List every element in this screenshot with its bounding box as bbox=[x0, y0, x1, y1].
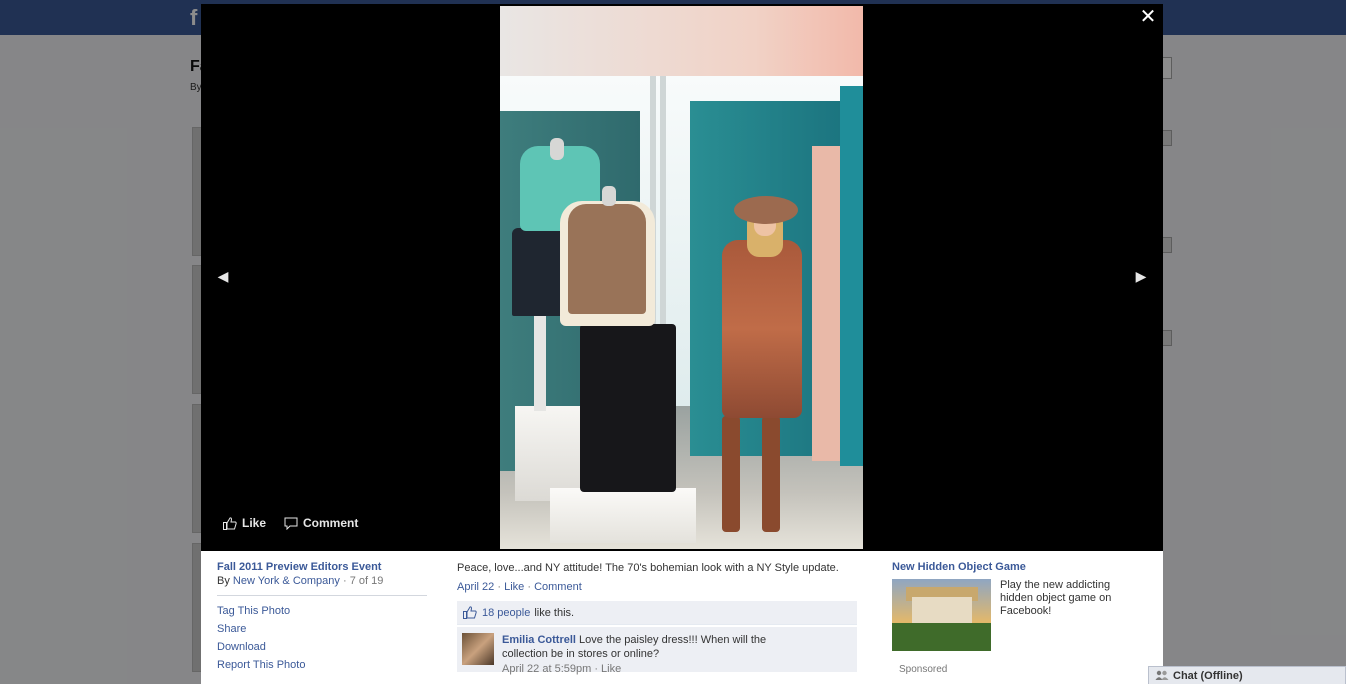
download-link[interactable]: Download bbox=[217, 641, 427, 653]
likes-summary: 18 people like this. bbox=[457, 601, 857, 625]
sponsored-ad: New Hidden Object Game Play the new addi… bbox=[892, 561, 1152, 651]
photo-mannequin-leg bbox=[534, 311, 546, 411]
report-photo-link[interactable]: Report This Photo bbox=[217, 659, 427, 671]
photo-mannequin-vest bbox=[568, 204, 646, 314]
chat-people-icon bbox=[1155, 670, 1169, 680]
share-link[interactable]: Share bbox=[217, 623, 427, 635]
photo-mannequin-neck bbox=[550, 138, 564, 160]
like-link[interactable]: Like bbox=[504, 581, 524, 593]
comment-author-link[interactable]: Emilia Cottrell bbox=[502, 634, 576, 646]
chat-bar[interactable]: Chat (Offline) bbox=[1148, 666, 1346, 684]
photo-model-boot bbox=[722, 416, 740, 532]
comment-label: Comment bbox=[303, 516, 359, 530]
photo-ceiling bbox=[500, 6, 863, 76]
comment-bubble-icon bbox=[284, 517, 298, 530]
tag-photo-link[interactable]: Tag This Photo bbox=[217, 605, 427, 617]
comment-meta: April 22 at 5:59pm · Like bbox=[502, 663, 622, 675]
photo-byline: By New York & Company · 7 of 19 bbox=[217, 575, 427, 587]
owner-link[interactable]: New York & Company bbox=[233, 575, 340, 587]
photo-position: · 7 of 19 bbox=[342, 575, 384, 587]
comment-text: Emilia Cottrell Love the paisley dress!!… bbox=[502, 633, 802, 661]
photo-model-paisley-dress bbox=[722, 240, 802, 418]
sponsored-label: Sponsored bbox=[899, 664, 948, 675]
photo-stage: ✕ ◀ ▶ Like Comment bbox=[201, 4, 1163, 551]
close-icon[interactable]: ✕ bbox=[1137, 6, 1159, 28]
photo-pedestal bbox=[550, 488, 696, 543]
photo-mannequin-pants bbox=[580, 324, 676, 492]
divider bbox=[217, 595, 427, 596]
photo-date-link[interactable]: April 22 bbox=[457, 581, 494, 593]
photo-info-panel: Fall 2011 Preview Editors Event By New Y… bbox=[201, 551, 1163, 684]
likes-suffix: like this. bbox=[534, 606, 575, 619]
stage-actions: Like Comment bbox=[223, 516, 358, 530]
comment-link[interactable]: Comment bbox=[534, 581, 582, 593]
like-label: Like bbox=[242, 516, 267, 530]
photo-mannequin-neck bbox=[602, 186, 616, 206]
by-prefix: By bbox=[217, 575, 230, 587]
photo-viewer: ✕ ◀ ▶ Like Comment Fall 2011 Preview Edi… bbox=[201, 4, 1163, 684]
next-photo-icon[interactable]: ▶ bbox=[1131, 266, 1151, 286]
photo-caption: Peace, love...and NY attitude! The 70's … bbox=[457, 562, 839, 574]
photo-pink-panel bbox=[812, 146, 842, 461]
thumbs-up-icon bbox=[463, 606, 477, 619]
separator: · bbox=[497, 581, 502, 593]
photo-model-hat bbox=[734, 196, 798, 224]
photo-meta: April 22 · Like · Comment bbox=[457, 581, 857, 593]
album-title-link[interactable]: Fall 2011 Preview Editors Event bbox=[217, 561, 427, 573]
thumbs-up-icon bbox=[223, 516, 237, 530]
ad-image-trees bbox=[892, 623, 991, 651]
chat-label: Chat (Offline) bbox=[1173, 669, 1243, 682]
ad-title-link[interactable]: New Hidden Object Game bbox=[892, 561, 1152, 573]
ad-body: Play the new addicting hidden object gam… bbox=[892, 579, 1152, 651]
likes-count-link[interactable]: 18 people bbox=[482, 607, 530, 619]
previous-photo-icon[interactable]: ◀ bbox=[213, 266, 233, 286]
photo-model-boot bbox=[762, 416, 780, 532]
album-info: Fall 2011 Preview Editors Event By New Y… bbox=[217, 561, 427, 677]
ad-text[interactable]: Play the new addicting hidden object gam… bbox=[1000, 579, 1130, 651]
photo-fashion-display[interactable] bbox=[500, 6, 863, 549]
photo-teal-panel bbox=[840, 86, 863, 466]
ad-image[interactable] bbox=[892, 579, 991, 651]
comment-button[interactable]: Comment bbox=[284, 516, 358, 530]
avatar[interactable] bbox=[462, 633, 494, 665]
photo-feedback: Peace, love...and NY attitude! The 70's … bbox=[457, 561, 857, 675]
separator: · bbox=[527, 581, 532, 593]
like-button[interactable]: Like bbox=[223, 516, 266, 530]
comment-item: Emilia Cottrell Love the paisley dress!!… bbox=[457, 627, 857, 675]
photo-actions: Tag This Photo Share Download Report Thi… bbox=[217, 605, 427, 671]
